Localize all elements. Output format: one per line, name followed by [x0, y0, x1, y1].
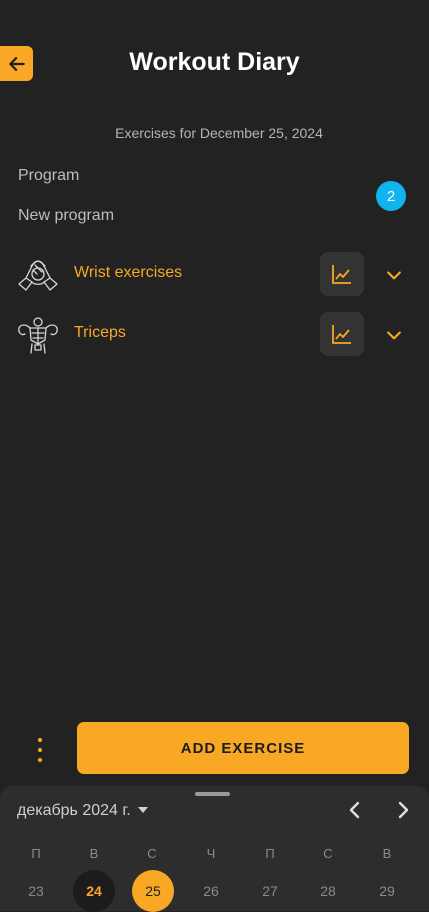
- exercise-name[interactable]: Triceps: [74, 324, 126, 342]
- line-chart-icon: [332, 265, 351, 284]
- calendar-day[interactable]: 27: [249, 870, 291, 912]
- weekday-label: С: [323, 846, 333, 861]
- weekday-label: С: [147, 846, 157, 861]
- triceps-icon: [18, 317, 58, 354]
- calendar-day[interactable]: 23: [15, 870, 57, 912]
- exercise-name[interactable]: Wrist exercises: [74, 264, 182, 282]
- chevron-right-icon[interactable]: [391, 798, 415, 822]
- calendar-day-selected[interactable]: 25: [132, 870, 174, 912]
- exercise-item[interactable]: Triceps: [0, 312, 429, 358]
- exercise-item[interactable]: Wrist exercises: [0, 252, 429, 298]
- expand-button[interactable]: [381, 262, 407, 288]
- weekday-label: П: [265, 846, 275, 861]
- program-name[interactable]: New program: [18, 207, 114, 225]
- calendar-day[interactable]: 29: [366, 870, 408, 912]
- more-dot-icon: [38, 758, 42, 762]
- add-exercise-button[interactable]: ADD EXERCISE: [77, 722, 409, 774]
- top-bar: Workout Diary: [0, 0, 429, 120]
- page-title: Workout Diary: [129, 48, 300, 76]
- more-dot-icon: [38, 748, 42, 752]
- weekday-label: В: [382, 846, 392, 861]
- drag-handle[interactable]: [195, 792, 230, 796]
- calendar-sheet: декабрь 2024 г. П В С Ч П С В 23 24 25 2…: [0, 786, 429, 912]
- chevron-down-icon: [387, 331, 401, 340]
- weekday-label: П: [31, 846, 41, 861]
- program-count-badge: 2: [376, 181, 406, 211]
- more-options-button[interactable]: [27, 738, 53, 762]
- line-chart-icon: [332, 325, 351, 344]
- expand-button[interactable]: [381, 322, 407, 348]
- weekday-label: Ч: [206, 846, 216, 861]
- more-dot-icon: [38, 738, 42, 742]
- calendar-day[interactable]: 26: [190, 870, 232, 912]
- month-selector[interactable]: декабрь 2024 г.: [17, 802, 131, 820]
- calendar-day-today[interactable]: 24: [73, 870, 115, 912]
- exercise-stats-button[interactable]: [320, 252, 364, 296]
- calendar-day[interactable]: 28: [307, 870, 349, 912]
- program-label: Program: [18, 167, 80, 184]
- chevron-down-icon: [387, 271, 401, 280]
- weekday-label: В: [89, 846, 99, 861]
- caret-down-icon[interactable]: [138, 807, 148, 813]
- chevron-left-icon[interactable]: [343, 798, 367, 822]
- exercises-date-subtitle: Exercises for December 25, 2024: [115, 125, 323, 141]
- wrist-exercise-icon: [18, 260, 58, 291]
- exercise-stats-button[interactable]: [320, 312, 364, 356]
